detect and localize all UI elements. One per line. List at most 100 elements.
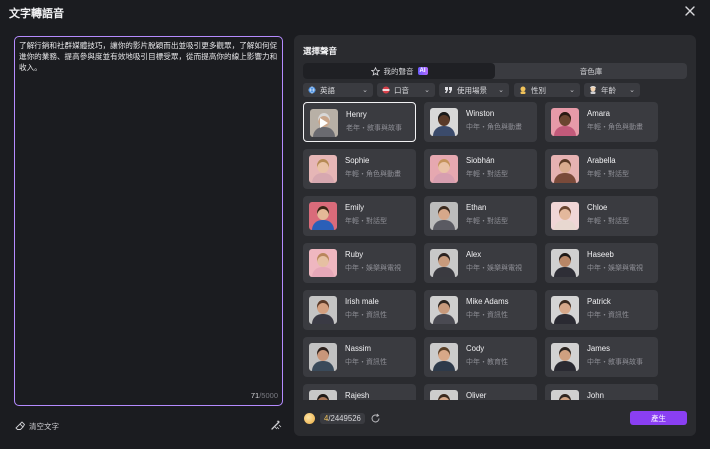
voice-avatar [309,155,337,183]
generate-button[interactable]: 產生 [630,411,687,425]
filter-gender[interactable]: 性別 ⌄ [514,83,580,97]
voice-avatar [310,109,338,137]
voice-card[interactable]: Haseeb 中年・娛樂與電視 [545,243,658,283]
voice-card[interactable]: Patrick 中年・資訊性 [545,290,658,330]
voice-name: Henry [346,110,367,119]
voice-card[interactable]: Winston 中年・角色與動畫 [424,102,537,142]
voice-avatar [430,296,458,324]
voice-avatar [309,202,337,230]
voice-description: 中年・教育性 [466,359,508,366]
voice-card[interactable]: Alex 中年・娛樂與電視 [424,243,537,283]
voice-card[interactable]: Sophie 年輕・角色與動畫 [303,149,416,189]
voice-description: 中年・敘事與故事 [587,359,643,366]
voice-card[interactable]: Rajesh [303,384,416,400]
voice-description: 中年・角色與動畫 [466,124,522,131]
voice-card[interactable]: Nassim 中年・資訊性 [303,337,416,377]
voice-panel: 選擇聲音 我的聲音 AI 音色庫 英語 ⌄ 口音 ⌄ 使用場景 ⌄ 性別 ⌄ 年… [294,35,696,436]
editor-text[interactable]: 了解行銷和社群媒體技巧，讓你的影片脫穎而出並吸引更多觀眾，了解如何促進你的業務、… [19,40,281,73]
filter-language-label: 英語 [320,85,335,95]
filter-use-case[interactable]: 使用場景 ⌄ [439,83,509,97]
voice-name: Mike Adams [466,297,509,306]
voice-name: Ethan [466,203,487,212]
voice-card[interactable]: Arabella 年輕・對話型 [545,149,658,189]
clear-text-button[interactable]: 清空文字 [15,420,59,432]
voice-name: Haseeb [587,250,614,259]
close-icon[interactable] [684,5,696,17]
voice-avatar [551,390,579,400]
filter-accent[interactable]: 口音 ⌄ [377,83,435,97]
text-editor[interactable]: 了解行銷和社群媒體技巧，讓你的影片脫穎而出並吸引更多觀眾，了解如何促進你的業務、… [14,36,283,406]
quote-icon [445,87,452,93]
voice-name: Patrick [587,297,611,306]
voice-description: 中年・資訊性 [466,312,508,319]
voice-card[interactable]: John [545,384,658,400]
voice-name: Winston [466,109,495,118]
voice-card[interactable]: Irish male 中年・資訊性 [303,290,416,330]
voice-description: 年輕・對話型 [466,218,508,225]
voice-name: Alex [466,250,482,259]
voice-name: Arabella [587,156,616,165]
tab-voice-library[interactable]: 音色庫 [495,63,687,79]
voice-avatar [551,108,579,136]
voice-avatar [430,390,458,400]
voice-card[interactable]: Mike Adams 中年・資訊性 [424,290,537,330]
voice-card[interactable]: Amara 年輕・角色與動畫 [545,102,658,142]
chevron-down-icon: ⌄ [629,87,635,94]
chevron-down-icon: ⌄ [498,87,504,94]
voice-card[interactable]: Siobhán 年輕・對話型 [424,149,537,189]
chevron-down-icon: ⌄ [424,87,430,94]
accent-icon [382,86,390,94]
tab-my-voice-label: 我的聲音 [383,66,414,76]
voice-card[interactable]: Cody 中年・教育性 [424,337,537,377]
voice-name: John [587,391,604,400]
voice-name: Cody [466,344,485,353]
voice-name: Chloe [587,203,608,212]
voice-description: 年輕・對話型 [345,218,387,225]
voice-description: 中年・資訊性 [587,312,629,319]
voice-avatar [309,296,337,324]
voice-avatar [551,202,579,230]
filter-accent-label: 口音 [394,85,409,95]
credits-display: 4/2449526 [304,412,381,424]
voice-card[interactable]: Oliver [424,384,537,400]
filter-age-label: 年齡 [601,85,616,95]
voice-name: Nassim [345,344,371,353]
voice-description: 老年・敘事與故事 [346,125,402,132]
generate-label: 產生 [651,413,666,423]
voice-name: Siobhán [466,156,495,165]
ai-badge: AI [417,67,428,75]
character-counter: 71/5000 [251,391,278,400]
chevron-down-icon: ⌄ [362,87,368,94]
voice-card[interactable]: James 中年・敘事與故事 [545,337,658,377]
refresh-icon[interactable] [370,413,381,424]
voice-card[interactable]: Ruby 中年・娛樂與電視 [303,243,416,283]
voice-grid: Henry 老年・敘事與故事 Winston 中年・角色與動畫 Amara 年輕・角色與動… [303,102,687,400]
panel-title: 選擇聲音 [303,46,338,56]
voice-name: Ruby [345,250,364,259]
voice-description: 年輕・角色與動畫 [587,124,643,131]
voice-description: 年輕・對話型 [587,171,629,178]
window-title: 文字轉語音 [9,8,64,20]
character-count: 71 [250,391,260,400]
filter-language[interactable]: 英語 ⌄ [303,83,373,97]
voice-name: Rajesh [345,391,370,400]
voice-avatar [430,155,458,183]
voice-tabs: 我的聲音 AI 音色庫 [303,63,687,79]
clear-text-label: 清空文字 [29,421,59,431]
voice-description: 年輕・對話型 [466,171,508,178]
play-icon[interactable] [319,117,329,129]
voice-name: Oliver [466,391,487,400]
voice-description: 中年・娛樂與電視 [345,265,401,272]
filter-age[interactable]: 年齡 ⌄ [584,83,640,97]
voice-card[interactable]: Chloe 年輕・對話型 [545,196,658,236]
voice-card[interactable]: Emily 年輕・對話型 [303,196,416,236]
voice-name: Sophie [345,156,370,165]
magic-wand-icon[interactable] [269,418,283,432]
voice-card[interactable]: Henry 老年・敘事與故事 [303,102,416,142]
credits-total: /2449526 [328,413,361,423]
tab-my-voice[interactable]: 我的聲音 AI [303,63,495,79]
voice-card[interactable]: Ethan 年輕・對話型 [424,196,537,236]
voice-avatar [551,155,579,183]
age-icon [590,86,596,94]
voice-avatar [309,249,337,277]
